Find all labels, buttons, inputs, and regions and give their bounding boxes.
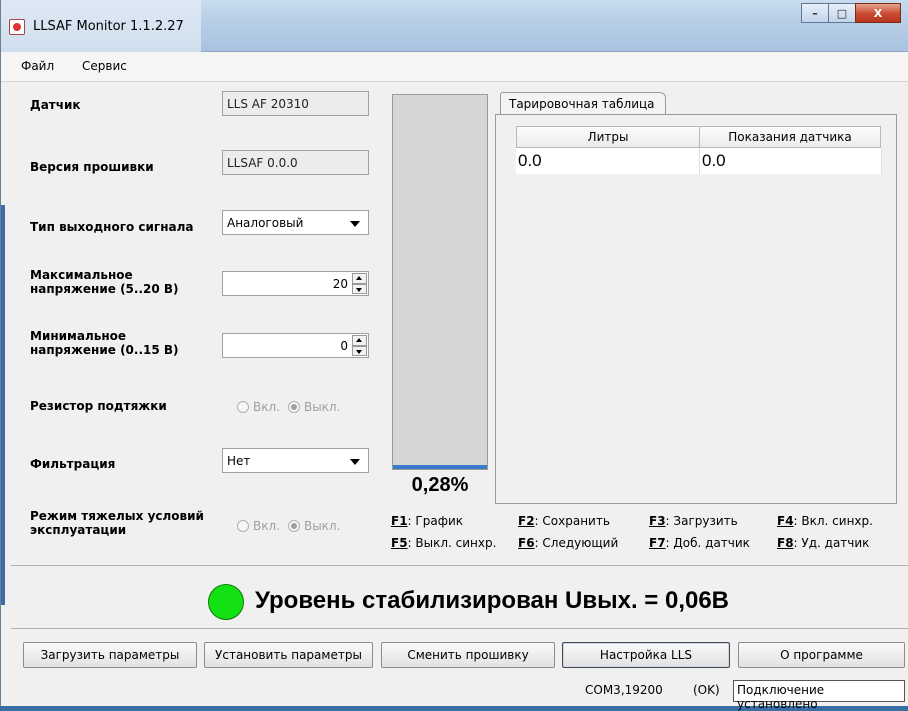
menu-service[interactable]: Сервис (82, 59, 127, 73)
pullup-radio-on-label: Вкл. (253, 400, 280, 414)
menu-bar: Файл Сервис (1, 52, 908, 82)
set-params-button[interactable]: Установить параметры (204, 642, 373, 668)
window-title: LLSAF Monitor 1.1.2.27 (33, 19, 184, 34)
pullup-radio-on[interactable] (237, 401, 249, 413)
min-voltage-spinner[interactable]: 0 (222, 333, 369, 358)
maximize-button[interactable]: □ (828, 3, 856, 23)
max-voltage-spinner[interactable]: 20 (222, 271, 369, 296)
hotkey-f5[interactable]: F5: Выкл. синхр. (391, 536, 496, 550)
column-sensor-reading[interactable]: Показания датчика (699, 126, 881, 148)
decrement-arrow-icon[interactable] (352, 283, 367, 294)
heavy-mode-label: Режим тяжелых условий эксплуатации (30, 509, 204, 537)
close-icon: X (873, 6, 883, 20)
table-row[interactable]: 0.0 0.0 (516, 148, 882, 174)
filter-value: Нет (227, 454, 251, 468)
min-voltage-label: Минимальное напряжение (0..15 В) (30, 329, 179, 357)
separator (11, 628, 908, 629)
hotkey-f7[interactable]: F7: Доб. датчик (649, 536, 750, 550)
lls-settings-button[interactable]: Настройка LLS (562, 642, 730, 668)
title-area: LLSAF Monitor 1.1.2.27 (1, 0, 201, 52)
filter-select[interactable]: Нет (222, 448, 369, 473)
load-params-button[interactable]: Загрузить параметры (23, 642, 197, 668)
minimize-button[interactable]: – (801, 3, 829, 23)
sensor-field: LLS AF 20310 (222, 91, 369, 116)
chevron-down-icon (350, 459, 360, 465)
calibration-table: Литры Показания датчика 0.0 0.0 (516, 126, 882, 174)
left-window-edge (1, 205, 5, 605)
firmware-field: LLSAF 0.0.0 (222, 150, 369, 175)
maximize-icon: □ (836, 6, 848, 20)
status-led-icon (208, 584, 244, 620)
java-app-icon (9, 19, 25, 35)
pullup-radio-group: Вкл. Выкл. (237, 400, 348, 414)
about-button[interactable]: О программе (738, 642, 905, 668)
increment-arrow-icon[interactable] (352, 335, 367, 346)
hotkey-f8[interactable]: F8: Уд. датчик (777, 536, 869, 550)
pullup-radio-off-label: Выкл. (303, 400, 341, 414)
output-type-value: Аналоговый (227, 216, 304, 230)
chevron-down-icon (350, 221, 360, 227)
increment-arrow-icon[interactable] (352, 273, 367, 284)
min-voltage-stepper (352, 335, 367, 356)
cell-sensor-reading[interactable]: 0.0 (700, 148, 882, 174)
max-voltage-value: 20 (332, 277, 348, 291)
window-controls: – □ X (801, 3, 901, 23)
pullup-label: Резистор подтяжки (30, 399, 167, 413)
hotkey-f2[interactable]: F2: Сохранить (518, 514, 610, 528)
table-header: Литры Показания датчика (516, 126, 882, 148)
max-voltage-stepper (352, 273, 367, 294)
ok-status: (OK) (693, 683, 720, 697)
connection-status: Подключение установлено (733, 680, 905, 711)
heavy-mode-radio-off-label: Выкл. (303, 519, 341, 533)
level-bar-fill (393, 465, 487, 469)
pullup-radio-off[interactable] (287, 401, 300, 413)
heavy-mode-radio-group: Вкл. Выкл. (237, 519, 348, 533)
menu-file[interactable]: Файл (21, 59, 54, 73)
level-percent: 0,28% (411, 474, 469, 496)
column-liters[interactable]: Литры (516, 126, 700, 148)
cell-liters[interactable]: 0.0 (516, 148, 700, 174)
minimize-icon: – (812, 6, 818, 20)
sensor-label: Датчик (30, 98, 81, 112)
close-button[interactable]: X (855, 3, 901, 23)
status-message: Уровень стабилизирован Uвых. = 0,06В (255, 587, 730, 614)
output-type-select[interactable]: Аналоговый (222, 210, 369, 235)
separator (11, 565, 908, 566)
firmware-label: Версия прошивки (30, 160, 154, 174)
hotkey-f1[interactable]: F1: График (391, 514, 463, 528)
tab-calibration-table[interactable]: Тарировочная таблица (500, 92, 666, 115)
heavy-mode-radio-on[interactable] (237, 520, 249, 532)
port-status: COM3,19200 (585, 683, 663, 697)
output-type-label: Тип выходного сигнала (30, 220, 194, 234)
max-voltage-label: Максимальное напряжение (5..20 В) (30, 268, 179, 296)
heavy-mode-radio-on-label: Вкл. (253, 519, 280, 533)
main-window: LLSAF Monitor 1.1.2.27 – □ X Файл Сервис… (0, 0, 908, 711)
filter-label: Фильтрация (30, 457, 116, 471)
hotkey-f4[interactable]: F4: Вкл. синхр. (777, 514, 873, 528)
hotkey-f6[interactable]: F6: Следующий (518, 536, 618, 550)
heavy-mode-radio-off[interactable] (287, 520, 300, 532)
min-voltage-value: 0 (340, 339, 348, 353)
level-bar (392, 94, 488, 470)
decrement-arrow-icon[interactable] (352, 345, 367, 356)
title-bar[interactable]: LLSAF Monitor 1.1.2.27 – □ X (1, 0, 908, 52)
change-firmware-button[interactable]: Сменить прошивку (381, 642, 555, 668)
hotkey-f3[interactable]: F3: Загрузить (649, 514, 738, 528)
